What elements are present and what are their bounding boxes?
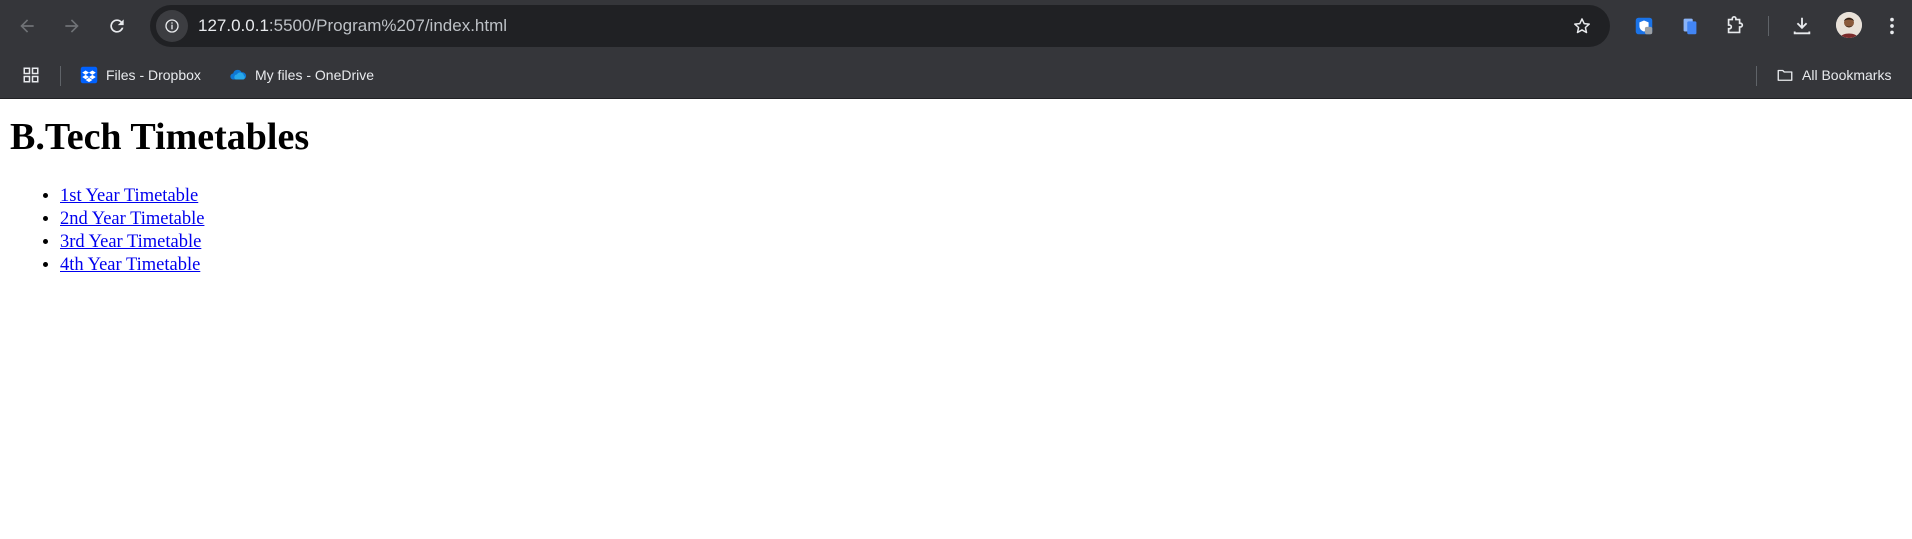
dropbox-icon (80, 66, 98, 84)
onedrive-icon (230, 69, 247, 80)
menu-kebab-icon (1890, 17, 1894, 35)
link-4th-year-timetable[interactable]: 4th Year Timetable (60, 255, 200, 275)
extension-shield-button[interactable] (1630, 12, 1658, 40)
bookmark-star-button[interactable] (1564, 8, 1600, 44)
list-item: 1st Year Timetable (60, 185, 1902, 208)
forward-button[interactable] (56, 10, 88, 42)
url-path: :5500/Program%207/index.html (268, 16, 508, 35)
bookmarks-bar: Files - Dropbox My files - OneDrive All … (0, 52, 1912, 99)
link-1st-year-timetable[interactable]: 1st Year Timetable (60, 186, 198, 206)
bookmark-my-files-onedrive[interactable]: My files - OneDrive (229, 63, 374, 87)
extensions-puzzle-icon (1727, 16, 1744, 34)
reload-icon (110, 19, 124, 33)
link-2nd-year-timetable[interactable]: 2nd Year Timetable (60, 209, 204, 229)
bookmark-label: My files - OneDrive (255, 67, 375, 83)
download-icon (1793, 17, 1811, 35)
list-item: 2nd Year Timetable (60, 208, 1902, 231)
all-bookmarks-label: All Bookmarks (1802, 67, 1892, 83)
bookmarks-divider (60, 66, 61, 86)
avatar-image (1836, 12, 1862, 38)
bookmark-label: Files - Dropbox (106, 67, 201, 83)
extension-shield-icon (1635, 17, 1653, 35)
extension-docs-button[interactable] (1676, 12, 1704, 40)
bookmark-files-dropbox[interactable]: Files - Dropbox (80, 63, 201, 87)
browser-chrome: 127.0.0.1:5500/Program%207/index.html Fi… (0, 0, 1912, 99)
back-button[interactable] (11, 10, 43, 42)
reload-button[interactable] (101, 10, 133, 42)
forward-icon (65, 19, 79, 33)
url-host: 127.0.0.1 (198, 16, 269, 35)
extensions-button[interactable] (1721, 12, 1749, 40)
star-icon (1574, 18, 1590, 34)
download-button[interactable] (1788, 12, 1816, 40)
url-text[interactable]: 127.0.0.1:5500/Program%207/index.html (198, 16, 1564, 36)
address-bar[interactable]: 127.0.0.1:5500/Program%207/index.html (150, 5, 1610, 47)
bookmarks-divider (1756, 66, 1757, 86)
menu-button[interactable] (1878, 12, 1906, 40)
link-3rd-year-timetable[interactable]: 3rd Year Timetable (60, 232, 201, 252)
apps-grid-icon (23, 67, 39, 83)
site-info-icon (165, 19, 179, 33)
list-item: 3rd Year Timetable (60, 231, 1902, 254)
page-content: B.Tech Timetables 1st Year Timetable 2nd… (0, 98, 1912, 285)
list-item: 4th Year Timetable (60, 254, 1902, 277)
timetable-list: 1st Year Timetable 2nd Year Timetable 3r… (10, 185, 1902, 277)
page-title: B.Tech Timetables (10, 116, 310, 158)
folder-icon (1777, 69, 1793, 81)
all-bookmarks-button[interactable]: All Bookmarks (1776, 63, 1891, 87)
extension-docs-icon (1683, 18, 1697, 35)
toolbar-divider (1768, 16, 1769, 36)
site-info-button[interactable] (156, 10, 188, 42)
back-icon (20, 19, 34, 33)
apps-button[interactable] (22, 63, 48, 87)
browser-toolbar: 127.0.0.1:5500/Program%207/index.html (0, 0, 1912, 52)
avatar[interactable] (1836, 12, 1862, 38)
